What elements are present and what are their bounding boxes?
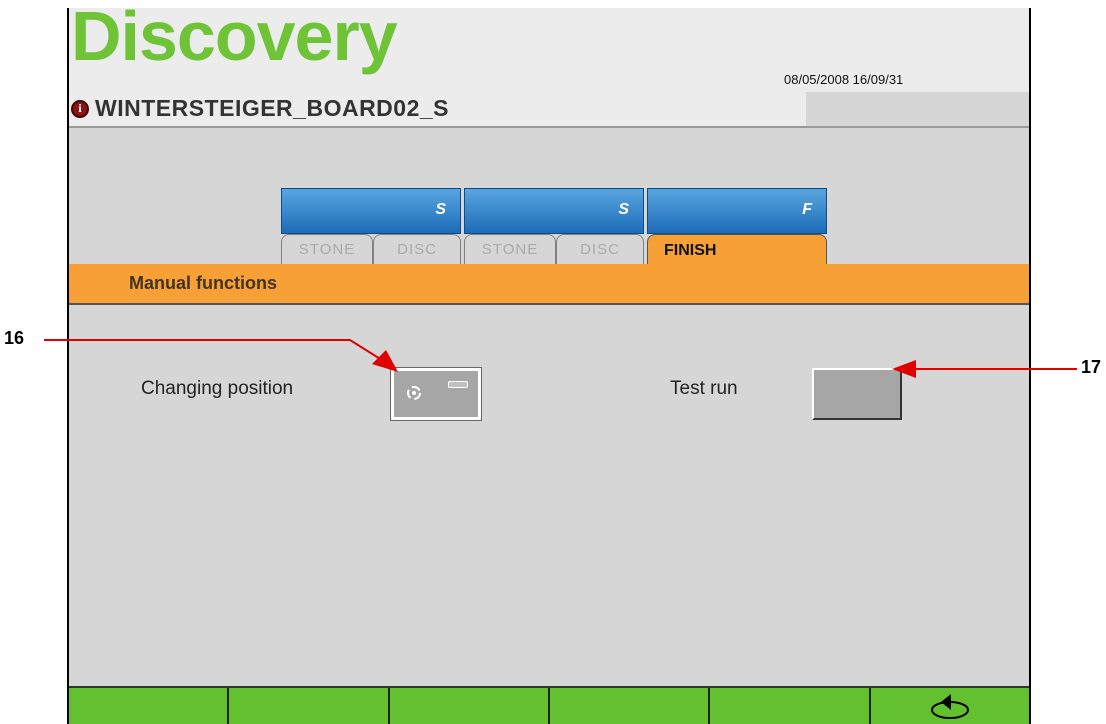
info-icon[interactable]: i: [71, 99, 89, 118]
section-title: Manual functions: [129, 273, 277, 293]
subtab-stone[interactable]: STONE: [281, 234, 373, 264]
spin-icon: [407, 386, 421, 400]
section-header-bar: Manual functions: [69, 264, 1029, 305]
back-button[interactable]: [870, 688, 1029, 724]
status-indicator: [448, 381, 468, 388]
subtab-stone[interactable]: STONE: [464, 234, 556, 264]
tab-letter: S: [618, 201, 629, 218]
changing-position-label: Changing position: [141, 378, 294, 399]
function-key-3[interactable]: [389, 688, 550, 724]
datetime: 08/05/2008 16/09/31: [784, 72, 904, 87]
tab-stone-disc-2[interactable]: S STONE DISC: [464, 188, 644, 264]
board-name: WINTERSTEIGER_BOARD02_S: [95, 95, 450, 121]
header-status-box: [806, 92, 1029, 126]
tab-letter: F: [802, 201, 812, 218]
tab-finish[interactable]: F FINISH: [647, 188, 827, 266]
function-key-4[interactable]: [549, 688, 711, 724]
tab-header: F: [647, 188, 827, 234]
tab-header: S: [281, 188, 461, 234]
function-key-bar: [69, 686, 1029, 724]
back-arrow-icon: [930, 694, 969, 719]
callout-16: 16: [4, 328, 25, 348]
subtab-finish[interactable]: FINISH: [647, 234, 827, 266]
brand-logo: Discovery: [71, 8, 398, 75]
changing-position-button[interactable]: [390, 367, 482, 421]
tab-header: S: [464, 188, 644, 234]
machine-screen: Discovery i WINTERSTEIGER_BOARD02_S 08/0…: [67, 8, 1031, 724]
subtab-disc[interactable]: DISC: [556, 234, 644, 264]
tab-letter: S: [435, 201, 446, 218]
function-key-2[interactable]: [229, 688, 390, 724]
function-key-5[interactable]: [710, 688, 871, 724]
subtab-disc[interactable]: DISC: [373, 234, 461, 264]
tab-stone-disc-1[interactable]: S STONE DISC: [281, 188, 461, 264]
header: Discovery i WINTERSTEIGER_BOARD02_S 08/0…: [69, 8, 1029, 128]
callout-17: 17: [1081, 357, 1102, 377]
test-run-label: Test run: [670, 378, 738, 399]
function-key-1[interactable]: [69, 688, 230, 724]
test-run-button[interactable]: [812, 368, 902, 420]
board-row: i WINTERSTEIGER_BOARD02_S: [71, 95, 449, 122]
